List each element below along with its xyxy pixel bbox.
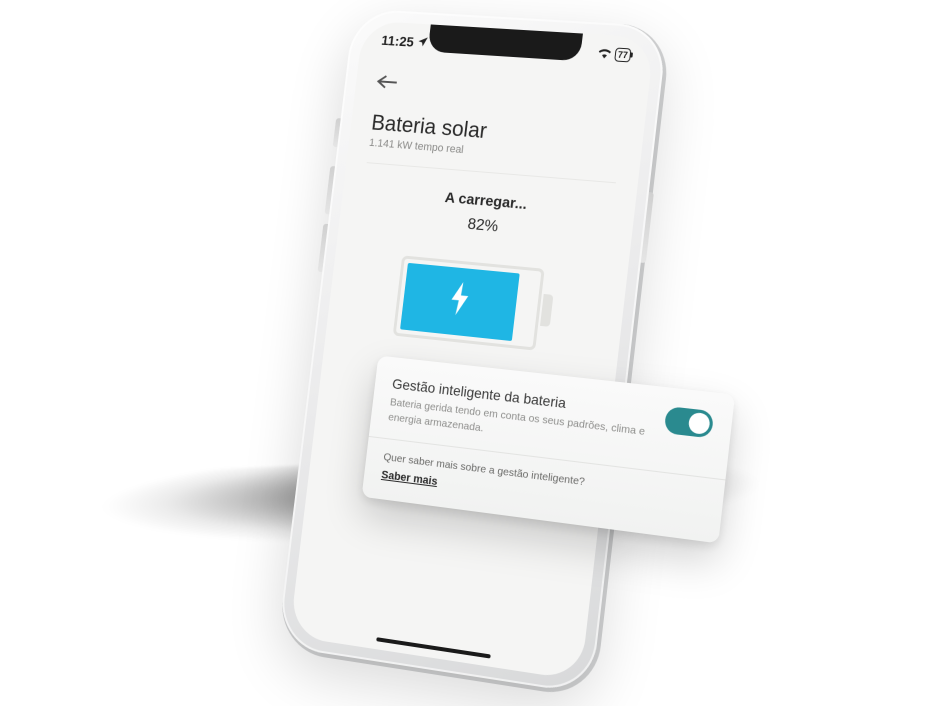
smart-management-toggle[interactable] bbox=[664, 406, 715, 438]
battery-body-icon bbox=[393, 255, 545, 350]
battery-status-icon: 77 bbox=[614, 48, 631, 63]
volume-up-button bbox=[325, 166, 335, 214]
battery-graphic bbox=[347, 251, 606, 357]
wifi-icon bbox=[596, 45, 613, 62]
phone-screen: 11:25 77 bbox=[289, 20, 654, 680]
power-button bbox=[641, 192, 654, 263]
location-icon bbox=[417, 34, 430, 50]
learn-more-link[interactable]: Saber mais bbox=[381, 469, 438, 488]
silent-switch bbox=[333, 118, 341, 147]
toggle-knob bbox=[688, 412, 711, 435]
volume-down-button bbox=[318, 224, 328, 273]
power-label: tempo real bbox=[414, 141, 464, 156]
back-button[interactable] bbox=[375, 70, 400, 97]
battery-cap-icon bbox=[540, 294, 553, 327]
bolt-icon bbox=[447, 280, 473, 322]
status-battery-percent: 77 bbox=[617, 50, 628, 61]
status-time: 11:25 bbox=[381, 32, 415, 49]
battery-fill bbox=[400, 263, 520, 341]
phone-mockup: 11:25 77 bbox=[276, 8, 668, 705]
power-value: 1.141 kW bbox=[368, 137, 412, 152]
